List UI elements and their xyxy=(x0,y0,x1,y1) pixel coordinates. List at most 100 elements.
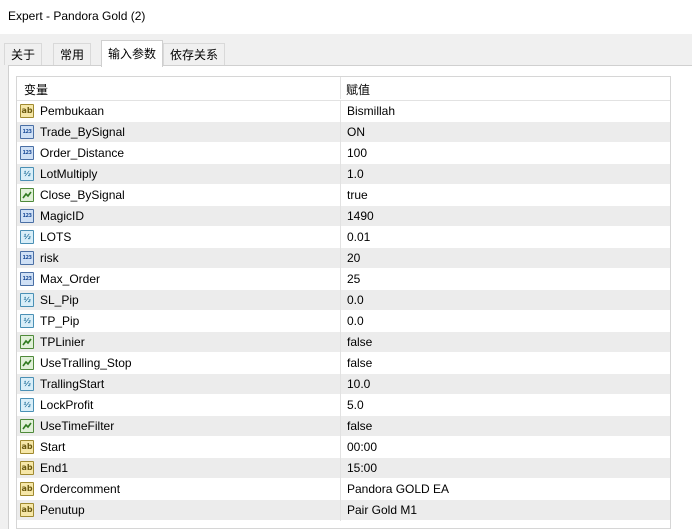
parameter-value[interactable]: Pandora GOLD EA xyxy=(347,482,449,496)
integer-icon: 123 xyxy=(20,209,34,223)
double-icon: ½ xyxy=(20,167,34,181)
inputs-grid: 变量 赋值 ab Pembukaan Bismillah 123 Trade_BySig… xyxy=(16,76,671,529)
parameter-name: Order_Distance xyxy=(40,146,125,160)
table-row[interactable]: ½ TP_Pip 0.0 xyxy=(17,311,670,332)
table-row[interactable]: ½ SL_Pip 0.0 xyxy=(17,290,670,311)
cell-separator xyxy=(340,458,341,479)
table-row[interactable]: ½ LOTS 0.01 xyxy=(17,227,670,248)
parameter-name: LotMultiply xyxy=(40,167,98,181)
parameter-value[interactable]: 0.0 xyxy=(347,293,364,307)
cell-separator xyxy=(340,143,341,164)
column-header-value[interactable]: 赋值 xyxy=(346,81,370,98)
cell-separator xyxy=(340,185,341,206)
parameter-name: TP_Pip xyxy=(40,314,80,328)
cell-separator xyxy=(340,500,341,521)
parameter-value[interactable]: 0.0 xyxy=(347,314,364,328)
table-row[interactable]: 123 risk 20 xyxy=(17,248,670,269)
table-row[interactable]: Close_BySignal true xyxy=(17,185,670,206)
tab-inputs[interactable]: 输入参数 xyxy=(101,40,164,67)
table-row[interactable]: ab End1 15:00 xyxy=(17,458,670,479)
parameter-name: End1 xyxy=(40,461,69,475)
table-row[interactable]: 123 Order_Distance 100 xyxy=(17,143,670,164)
double-icon: ½ xyxy=(20,293,34,307)
tab-about[interactable]: 关于 xyxy=(4,43,43,65)
cell-separator xyxy=(340,374,341,395)
table-row[interactable]: TPLinier false xyxy=(17,332,670,353)
parameter-value[interactable]: 1.0 xyxy=(347,167,364,181)
parameter-value[interactable]: 10.0 xyxy=(347,377,370,391)
cell-separator xyxy=(340,101,341,122)
integer-icon: 123 xyxy=(20,251,34,265)
tab-common[interactable]: 常用 xyxy=(53,43,92,65)
parameter-value[interactable]: 5.0 xyxy=(347,398,364,412)
table-row[interactable]: 123 MagicID 1490 xyxy=(17,206,670,227)
parameter-name: LOTS xyxy=(40,230,72,244)
parameter-name: Pembukaan xyxy=(40,104,105,118)
parameter-name: TPLinier xyxy=(40,335,85,349)
parameter-name: Ordercomment xyxy=(40,482,121,496)
cell-separator xyxy=(340,395,341,416)
string-icon: ab xyxy=(20,461,34,475)
grid-rows: ab Pembukaan Bismillah 123 Trade_BySignal ON 1… xyxy=(17,101,670,521)
parameter-value[interactable]: 00:00 xyxy=(347,440,377,454)
table-row[interactable]: ab Pembukaan Bismillah xyxy=(17,101,670,122)
table-row[interactable]: ½ LockProfit 5.0 xyxy=(17,395,670,416)
string-icon: ab xyxy=(20,482,34,496)
parameter-name: Close_BySignal xyxy=(40,188,125,202)
cell-separator xyxy=(340,164,341,185)
cell-separator xyxy=(340,437,341,458)
string-icon: ab xyxy=(20,503,34,517)
table-row[interactable]: UseTralling_Stop false xyxy=(17,353,670,374)
bool-icon xyxy=(20,356,34,370)
tab-strip: 关于 常用 输入参数 依存关系 xyxy=(0,34,692,67)
cell-separator xyxy=(340,311,341,332)
table-row[interactable]: UseTimeFilter false xyxy=(17,416,670,437)
table-row[interactable]: ½ LotMultiply 1.0 xyxy=(17,164,670,185)
parameter-value[interactable]: false xyxy=(347,419,372,433)
table-row[interactable]: 123 Max_Order 25 xyxy=(17,269,670,290)
parameter-name: LockProfit xyxy=(40,398,94,412)
column-separator[interactable] xyxy=(340,77,341,99)
table-row[interactable]: ab Start 00:00 xyxy=(17,437,670,458)
parameter-value[interactable]: Bismillah xyxy=(347,104,395,118)
parameter-name: SL_Pip xyxy=(40,293,79,307)
cell-separator xyxy=(340,206,341,227)
parameter-name: Start xyxy=(40,440,66,454)
parameter-value[interactable]: 15:00 xyxy=(347,461,377,475)
cell-separator xyxy=(340,122,341,143)
string-icon: ab xyxy=(20,104,34,118)
double-icon: ½ xyxy=(20,230,34,244)
cell-separator xyxy=(340,269,341,290)
cell-separator xyxy=(340,227,341,248)
parameter-value[interactable]: false xyxy=(347,356,372,370)
parameter-name: Penutup xyxy=(40,503,85,517)
integer-icon: 123 xyxy=(20,146,34,160)
cell-separator xyxy=(340,353,341,374)
double-icon: ½ xyxy=(20,398,34,412)
parameter-value[interactable]: 0.01 xyxy=(347,230,370,244)
parameter-name: Trade_BySignal xyxy=(40,125,125,139)
integer-icon: 123 xyxy=(20,125,34,139)
parameter-value[interactable]: Pair Gold M1 xyxy=(347,503,417,517)
table-row[interactable]: ab Penutup Pair Gold M1 xyxy=(17,500,670,521)
string-icon: ab xyxy=(20,440,34,454)
parameter-value[interactable]: 20 xyxy=(347,251,360,265)
parameter-name: MagicID xyxy=(40,209,85,223)
parameter-value[interactable]: true xyxy=(347,188,368,202)
bool-icon xyxy=(20,419,34,433)
table-row[interactable]: ab Ordercomment Pandora GOLD EA xyxy=(17,479,670,500)
parameter-value[interactable]: 100 xyxy=(347,146,367,160)
parameter-name: TrallingStart xyxy=(40,377,105,391)
parameter-value[interactable]: false xyxy=(347,335,372,349)
parameter-value[interactable]: 25 xyxy=(347,272,360,286)
parameter-value[interactable]: 1490 xyxy=(347,209,374,223)
cell-separator xyxy=(340,248,341,269)
table-row[interactable]: 123 Trade_BySignal ON xyxy=(17,122,670,143)
parameter-name: Max_Order xyxy=(40,272,101,286)
parameter-name: UseTimeFilter xyxy=(40,419,115,433)
column-header-variable[interactable]: 变量 xyxy=(24,81,48,98)
tab-dependencies[interactable]: 依存关系 xyxy=(163,43,226,65)
parameter-name: UseTralling_Stop xyxy=(40,356,132,370)
table-row[interactable]: ½ TrallingStart 10.0 xyxy=(17,374,670,395)
parameter-value[interactable]: ON xyxy=(347,125,365,139)
